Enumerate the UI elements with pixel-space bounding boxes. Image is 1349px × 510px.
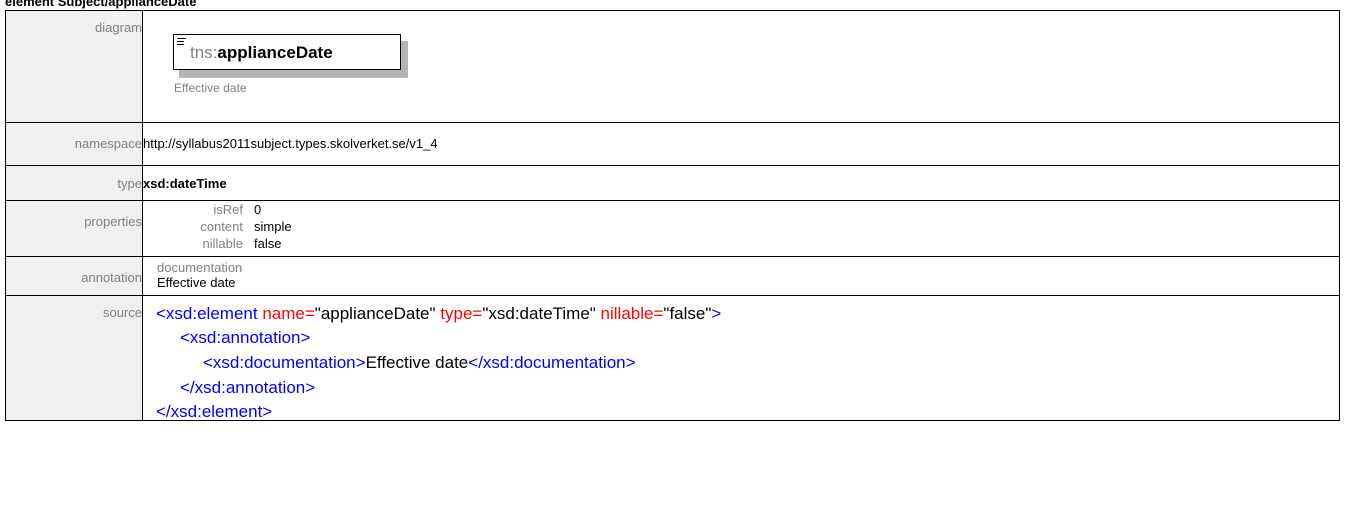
element-lines-icon [177, 38, 186, 47]
type-cell: xsd:dateTime [142, 165, 1340, 201]
namespace-cell: http://syllabus2011subject.types.skolver… [142, 122, 1340, 166]
source-line-3: <xsd:documentation>Effective date</xsd:d… [203, 353, 636, 373]
element-box[interactable]: tns:applianceDate [173, 34, 401, 70]
element-doc-caption: Effective date [174, 81, 247, 95]
namespace-label-cell: namespace [5, 122, 143, 166]
properties-cell: isRef 0 content simple nillable false [142, 200, 1340, 257]
namespace-row: namespace http://syllabus2011subject.typ… [5, 122, 1340, 166]
type-label-cell: type [5, 165, 143, 201]
annotation-block: documentation Effective date [143, 257, 1339, 295]
code-tag: </xsd:annotation> [180, 378, 316, 397]
type-value[interactable]: xsd:dateTime [143, 166, 1339, 191]
code-value: "false" [663, 304, 712, 323]
property-value: 0 [254, 202, 262, 217]
source-line-4: </xsd:annotation> [180, 378, 315, 398]
source-label-cell: source [5, 295, 143, 421]
source-row: source <xsd:element name="applianceDate"… [5, 295, 1340, 422]
properties-row: properties isRef 0 content simple nillab… [5, 200, 1340, 257]
source-line-2: <xsd:annotation> [180, 328, 310, 348]
annotation-label-cell: annotation [5, 256, 143, 296]
source-code: <xsd:element name="applianceDate" type="… [143, 296, 1339, 422]
type-row: type xsd:dateTime [5, 165, 1340, 201]
property-value: simple [254, 219, 292, 234]
property-key: isRef [213, 202, 243, 217]
element-name: tns:applianceDate [190, 43, 333, 63]
code-attr: name= [257, 304, 315, 323]
namespace-value: http://syllabus2011subject.types.skolver… [143, 136, 438, 151]
element-doc-table: diagram tns:applianceDate Effective date… [5, 10, 1340, 421]
code-text: Effective date [365, 353, 469, 372]
type-label: type [117, 176, 142, 191]
code-tag: <xsd:documentation> [203, 353, 366, 372]
code-tag: </xsd:documentation> [468, 353, 636, 372]
element-local-name: applianceDate [217, 43, 333, 62]
properties-label-cell: properties [5, 200, 143, 257]
code-tag: > [711, 304, 722, 323]
properties-list: isRef 0 content simple nillable false [143, 201, 1339, 256]
code-tag: </xsd:element> [156, 402, 273, 421]
property-value: false [254, 236, 282, 251]
source-label: source [102, 305, 142, 320]
code-value: "xsd:dateTime" [482, 304, 596, 323]
source-line-5: </xsd:element> [156, 402, 272, 422]
namespace-label: namespace [74, 136, 142, 151]
diagram-row: diagram tns:applianceDate Effective date [5, 10, 1340, 123]
element-prefix: tns: [190, 43, 218, 62]
diagram-label: diagram [95, 20, 142, 35]
annotation-row: annotation documentation Effective date [5, 256, 1340, 296]
diagram-cell: tns:applianceDate Effective date [142, 10, 1340, 123]
annotation-key: documentation [157, 260, 243, 275]
page-heading: element Subject/applianceDate [5, 0, 197, 9]
annotation-cell: documentation Effective date [142, 256, 1340, 296]
annotation-label: annotation [81, 270, 142, 285]
code-attr: nillable= [595, 304, 664, 323]
properties-label: properties [84, 214, 142, 229]
code-attr: type= [435, 304, 483, 323]
diagram-label-cell: diagram [5, 10, 143, 123]
source-cell: <xsd:element name="applianceDate" type="… [142, 295, 1340, 422]
annotation-value: Effective date [157, 275, 236, 290]
code-tag: <xsd:element [156, 304, 258, 323]
code-tag: <xsd:annotation> [180, 328, 311, 347]
code-value: "applianceDate" [314, 304, 436, 323]
property-key: content [200, 219, 243, 234]
property-key: nillable [202, 236, 243, 251]
source-line-1: <xsd:element name="applianceDate" type="… [156, 304, 721, 324]
element-diagram: tns:applianceDate Effective date [143, 11, 1339, 122]
